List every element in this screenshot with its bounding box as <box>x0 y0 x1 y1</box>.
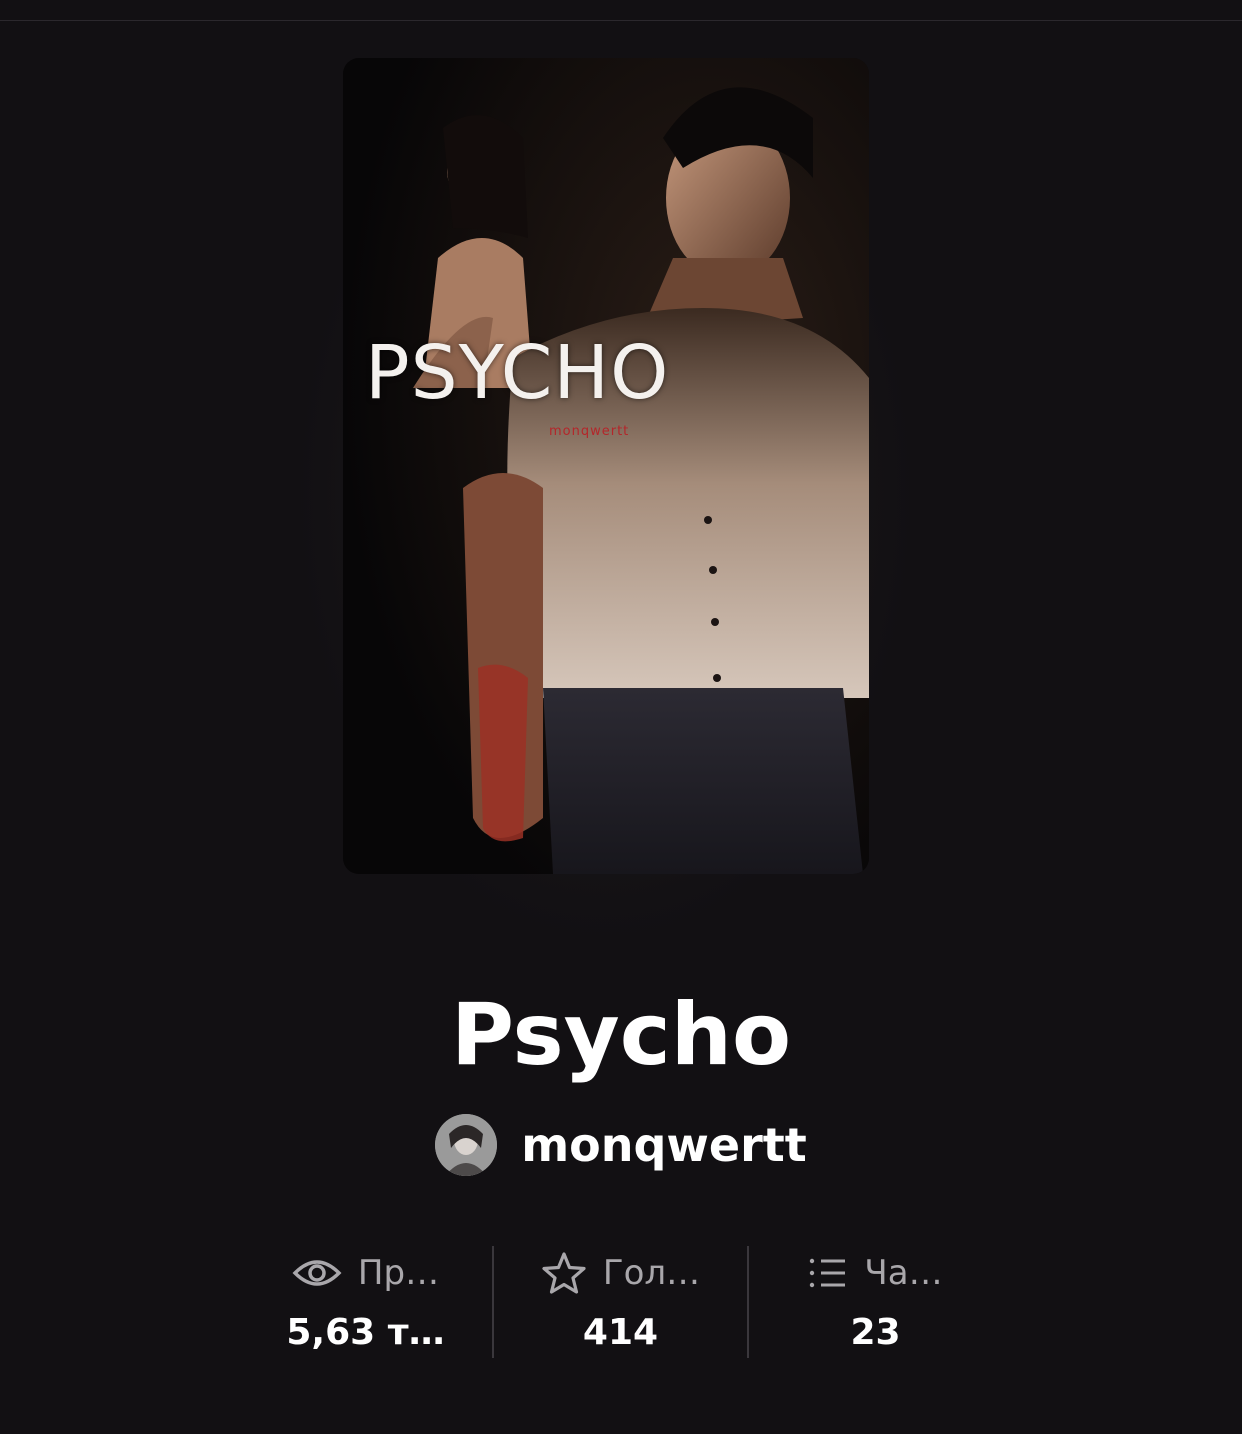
list-icon <box>810 1258 846 1288</box>
stat-parts: Ча… 23 <box>748 1240 1003 1360</box>
author-avatar[interactable] <box>435 1114 498 1176</box>
stat-reads-label: Пр… <box>357 1253 440 1293</box>
stat-reads-value: 5,63 т… <box>286 1312 445 1353</box>
star-icon <box>542 1252 586 1294</box>
stat-votes-label: Гол… <box>602 1253 701 1293</box>
stat-votes-value: 414 <box>582 1312 659 1353</box>
author-name[interactable]: monqwertt <box>521 1118 807 1172</box>
cover-author: monqwertt <box>549 424 630 439</box>
stat-parts-value: 23 <box>850 1312 901 1353</box>
stat-reads: Пр… 5,63 т… <box>238 1240 493 1360</box>
stat-votes: Гол… 414 <box>493 1240 748 1360</box>
stat-parts-label: Ча… <box>864 1253 943 1293</box>
story-title: Psycho <box>450 985 792 1085</box>
story-cover[interactable]: PSYCHO monqwertt <box>343 58 869 874</box>
cover-illustration <box>343 58 869 874</box>
stats-bar: Пр… 5,63 т… Гол… 414 Ча… 23 <box>238 1240 1003 1360</box>
eye-icon <box>292 1260 342 1286</box>
top-divider <box>0 20 1242 21</box>
cover-title: PSYCHO <box>365 330 670 416</box>
author-row[interactable]: monqwertt <box>0 1112 1242 1178</box>
